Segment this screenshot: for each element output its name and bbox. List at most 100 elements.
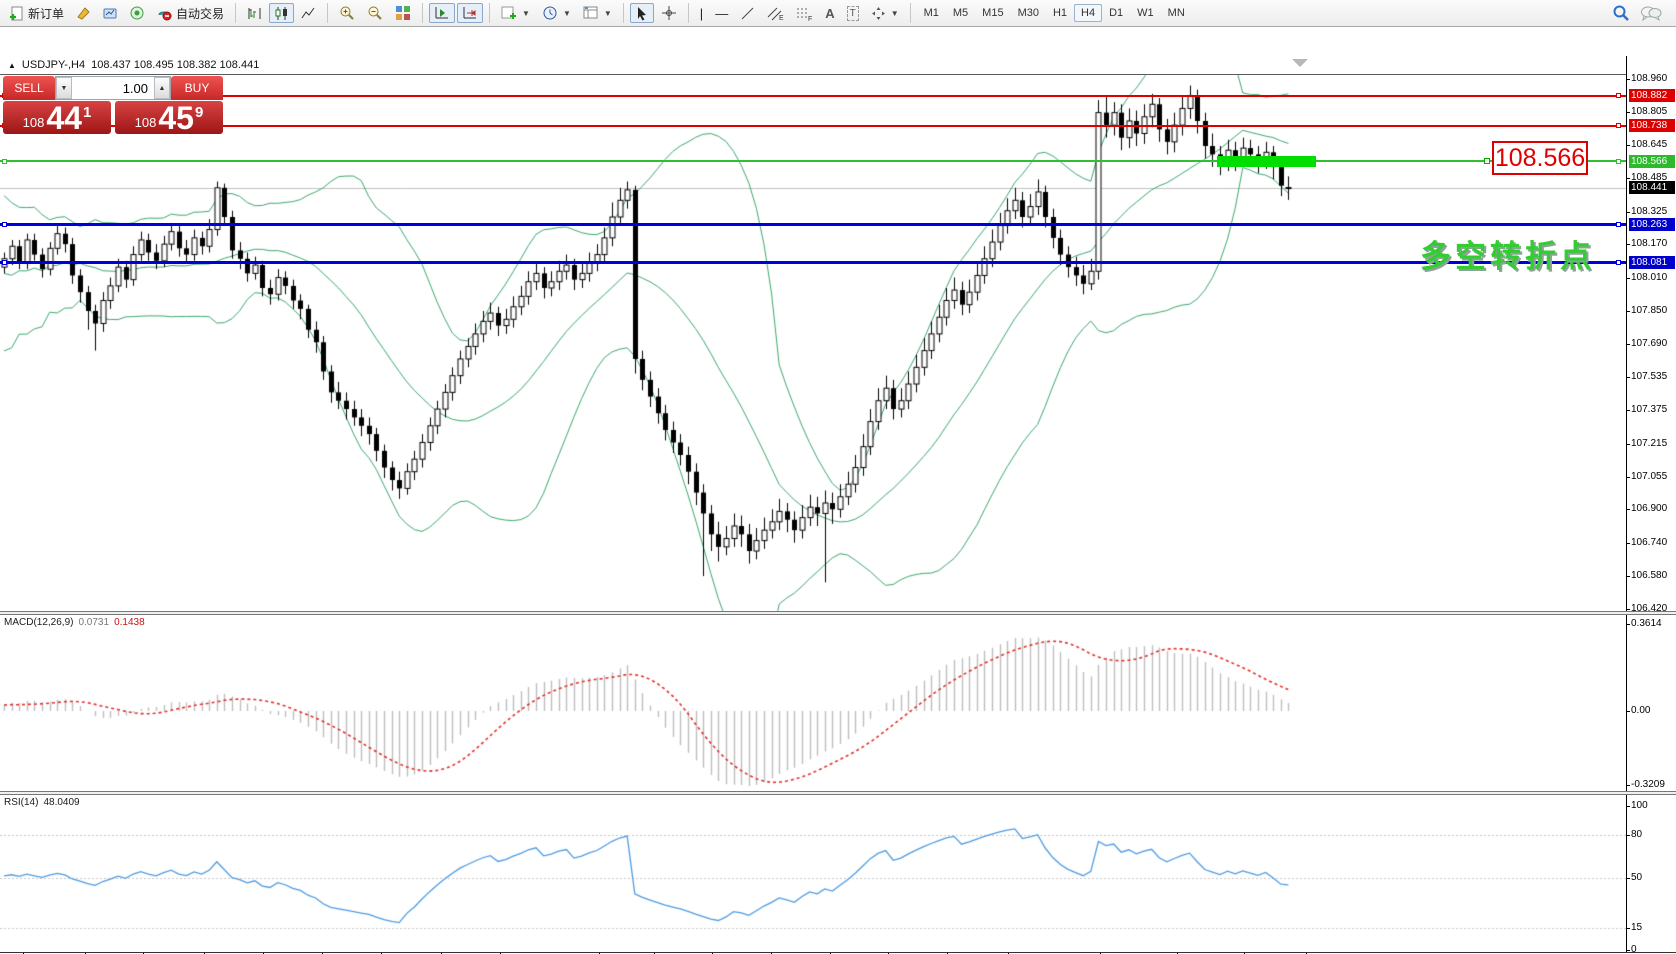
price-axis-label: 107.690 bbox=[1631, 338, 1667, 349]
axis-tick bbox=[1626, 278, 1630, 279]
toolbar-separator bbox=[422, 3, 423, 23]
price-axis-border bbox=[1626, 56, 1627, 953]
price-callout-box[interactable]: 108.566 bbox=[1492, 141, 1588, 175]
sell-price-quote[interactable]: 108441 bbox=[3, 101, 111, 134]
axis-tick bbox=[1626, 928, 1630, 929]
line-end-marker[interactable] bbox=[1616, 93, 1621, 98]
profiles-button[interactable] bbox=[98, 3, 123, 23]
volume-up-button[interactable]: ▲ bbox=[154, 77, 170, 99]
line-end-marker[interactable] bbox=[2, 222, 7, 227]
axis-tick bbox=[1626, 785, 1630, 786]
rsi-axis-label: 100 bbox=[1631, 800, 1648, 811]
text-tool-button[interactable]: A bbox=[820, 3, 839, 23]
timeframe-m5[interactable]: M5 bbox=[946, 4, 975, 22]
chart-shift-button[interactable] bbox=[457, 3, 483, 23]
rsi-axis-label: 15 bbox=[1631, 922, 1642, 933]
equidistant-channel-icon: E bbox=[767, 6, 784, 21]
price-tag-108.882: 108.882 bbox=[1629, 89, 1675, 102]
symbol-ohlc-values: 108.437 108.495 108.382 108.441 bbox=[91, 59, 259, 71]
line-end-marker[interactable] bbox=[1616, 159, 1621, 164]
dropdown-caret-icon: ▼ bbox=[604, 9, 612, 18]
trendline-tool-button[interactable] bbox=[735, 3, 760, 23]
axis-tick bbox=[1626, 711, 1630, 712]
fibonacci-tool-button[interactable]: F bbox=[791, 3, 818, 23]
channel-tool-button[interactable]: E bbox=[762, 3, 789, 23]
auto-trading-icon bbox=[157, 6, 172, 21]
tile-windows-button[interactable] bbox=[390, 3, 416, 23]
volume-input[interactable] bbox=[72, 77, 154, 99]
auto-scroll-button[interactable] bbox=[429, 3, 455, 23]
bar-chart-button[interactable] bbox=[242, 3, 267, 23]
macd-axis-label: 0.3614 bbox=[1631, 618, 1662, 629]
horizontal-line-108.882[interactable] bbox=[0, 95, 1626, 97]
timeframe-mn[interactable]: MN bbox=[1161, 4, 1192, 22]
chart-shift-marker-icon[interactable] bbox=[1292, 59, 1308, 67]
crosshair-tool-button[interactable] bbox=[656, 3, 682, 23]
periods-button[interactable]: ▼ bbox=[537, 3, 576, 23]
chat-icon[interactable] bbox=[1640, 4, 1662, 22]
templates-button[interactable]: ▼ bbox=[578, 3, 617, 23]
horizontal-line-icon: — bbox=[715, 7, 728, 20]
timeframe-h1[interactable]: H1 bbox=[1046, 4, 1074, 22]
search-icon[interactable] bbox=[1612, 4, 1630, 22]
buy-button[interactable]: BUY bbox=[171, 76, 223, 100]
timeframe-m1[interactable]: M1 bbox=[917, 4, 946, 22]
line-end-marker[interactable] bbox=[1616, 222, 1621, 227]
vertical-line-tool-button[interactable]: | bbox=[695, 3, 708, 23]
timeframe-d1[interactable]: D1 bbox=[1102, 4, 1130, 22]
auto-trading-button[interactable]: 自动交易 bbox=[152, 3, 229, 23]
zoom-out-button[interactable] bbox=[362, 3, 388, 23]
timeframe-m15[interactable]: M15 bbox=[975, 4, 1010, 22]
rsi-axis-label: 0 bbox=[1631, 944, 1637, 954]
callout-anchor-marker bbox=[1484, 158, 1490, 164]
highlight-bar-object[interactable] bbox=[1217, 156, 1316, 167]
arrows-icon bbox=[871, 6, 886, 21]
signals-button[interactable] bbox=[125, 3, 150, 23]
line-end-marker[interactable] bbox=[1616, 123, 1621, 128]
line-end-marker[interactable] bbox=[1616, 260, 1621, 265]
label-tool-button[interactable]: T bbox=[842, 3, 864, 23]
annotation-text[interactable]: 多空转折点 bbox=[1420, 231, 1595, 276]
buy-price-quote[interactable]: 108459 bbox=[115, 101, 223, 134]
indicators-button[interactable]: ▼ bbox=[496, 3, 535, 23]
line-end-marker[interactable] bbox=[2, 260, 7, 265]
rsi-pane-separator[interactable] bbox=[0, 791, 1676, 795]
axis-tick bbox=[1626, 344, 1630, 345]
macd-pane-separator[interactable] bbox=[0, 611, 1676, 615]
timeframe-w1[interactable]: W1 bbox=[1130, 4, 1161, 22]
horizontal-line-108.263[interactable] bbox=[0, 223, 1626, 226]
line-end-marker[interactable] bbox=[2, 159, 7, 164]
zoom-in-icon bbox=[339, 5, 355, 21]
styles-button[interactable] bbox=[71, 3, 96, 23]
timeframe-m30[interactable]: M30 bbox=[1011, 4, 1046, 22]
toolbar-separator bbox=[235, 3, 236, 23]
horizontal-line-108.081[interactable] bbox=[0, 261, 1626, 264]
axis-tick bbox=[1626, 543, 1630, 544]
line-chart-button[interactable] bbox=[296, 3, 321, 23]
price-tag-108.738: 108.738 bbox=[1629, 119, 1675, 132]
horizontal-line-108.566[interactable] bbox=[0, 160, 1626, 162]
cursor-tool-button[interactable] bbox=[630, 3, 654, 23]
candlestick-chart-button[interactable] bbox=[269, 3, 294, 23]
volume-down-button[interactable]: ▼ bbox=[56, 77, 72, 99]
collapse-panel-arrow-icon[interactable]: ▲ bbox=[8, 61, 16, 70]
zoom-in-button[interactable] bbox=[334, 3, 360, 23]
sell-button[interactable]: SELL bbox=[3, 76, 55, 100]
price-axis-label: 106.900 bbox=[1631, 503, 1667, 514]
timeframe-h4[interactable]: H4 bbox=[1074, 4, 1102, 22]
new-order-button[interactable]: 新订单 bbox=[4, 3, 69, 23]
rsi-title: RSI(14) bbox=[4, 797, 38, 808]
price-axis-label: 108.170 bbox=[1631, 238, 1667, 249]
price-axis-label: 107.375 bbox=[1631, 404, 1667, 415]
price-tag-108.081: 108.081 bbox=[1629, 256, 1675, 269]
chart-canvas[interactable] bbox=[0, 28, 1676, 954]
horizontal-line-108.738[interactable] bbox=[0, 125, 1626, 127]
toolbar-separator bbox=[623, 3, 624, 23]
chart-shift-icon bbox=[462, 5, 478, 21]
price-axis-label: 108.805 bbox=[1631, 106, 1667, 117]
horizontal-line-tool-button[interactable]: — bbox=[710, 3, 733, 23]
symbol-title: USDJPY-,H4 bbox=[22, 59, 85, 71]
arrows-tool-button[interactable]: ▼ bbox=[866, 3, 904, 23]
axis-tick bbox=[1626, 377, 1630, 378]
zoom-out-icon bbox=[367, 5, 383, 21]
